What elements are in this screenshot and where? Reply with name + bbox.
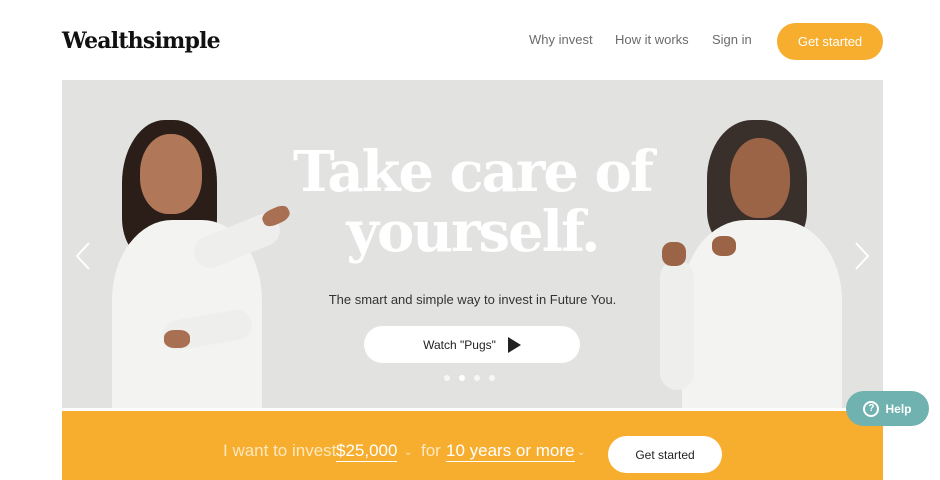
get-started-bar-button[interactable]: Get started [608, 436, 722, 473]
chevron-right-icon[interactable] [853, 240, 871, 272]
hero-title-line-2: yourself. [346, 199, 600, 265]
invest-amount-select[interactable]: $25,000 [336, 441, 398, 462]
period-chevron-down-icon[interactable]: ⌄ [577, 447, 585, 458]
chevron-left-icon[interactable] [74, 240, 92, 272]
invest-prefix-text: I want to invest [223, 441, 337, 460]
nav-sign-in[interactable]: Sign in [712, 32, 752, 47]
get-started-header-button[interactable]: Get started [777, 23, 883, 60]
watch-video-label: Watch "Pugs" [423, 337, 496, 352]
invest-calculator-bar: I want to invest $25,000 ⌄ for 10 years … [62, 411, 883, 480]
question-circle-icon: ? [863, 400, 880, 417]
nav-why-invest[interactable]: Why invest [529, 32, 593, 47]
watch-video-button[interactable]: Watch "Pugs" [364, 326, 580, 363]
carousel-dot-2[interactable] [459, 375, 465, 381]
help-label: Help [885, 401, 912, 416]
carousel-dot-3[interactable] [474, 375, 480, 381]
hero-carousel: Take care of yourself. The smart and sim… [62, 80, 883, 408]
invest-period-select[interactable]: 10 years or more [446, 441, 575, 462]
hero-title-line-1: Take care of [293, 139, 654, 205]
hero-subtitle: The smart and simple way to invest in Fu… [328, 292, 617, 307]
nav-how-it-works[interactable]: How it works [615, 32, 689, 47]
carousel-dot-4[interactable] [489, 375, 495, 381]
amount-chevron-down-icon[interactable]: ⌄ [404, 447, 412, 458]
carousel-dots [444, 375, 495, 381]
hero-title: Take care of yourself. [62, 142, 883, 262]
carousel-dot-1[interactable] [444, 375, 450, 381]
help-button[interactable]: ? Help [846, 391, 929, 426]
invest-for-text: for [421, 441, 441, 460]
play-icon [507, 336, 521, 353]
wealthsimple-logo[interactable]: Wealthsimple [62, 28, 221, 54]
